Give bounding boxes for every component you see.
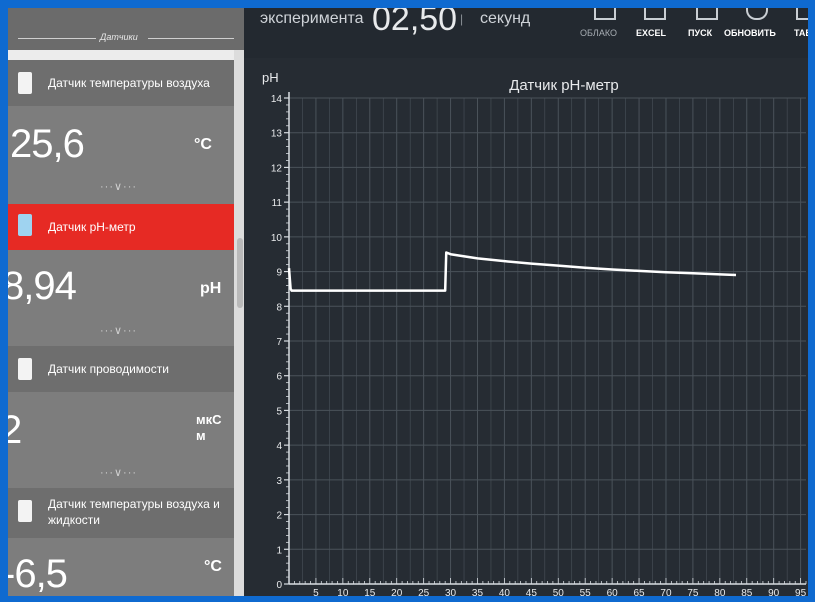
y-tick-label: 10 [271,233,283,244]
y-tick-label: 13 [271,129,283,140]
table-button[interactable]: ТАБ [794,28,808,38]
x-tick-label: 50 [553,588,565,596]
y-axis-label: pH [262,70,279,85]
experiment-label: эксперимента [260,10,364,27]
y-tick-label: 4 [276,441,282,452]
app-window: Датчики Датчик температуры воздуха 25,6 … [8,8,808,596]
sensor-label: Датчик проводимости [48,362,169,376]
y-tick-label: 9 [276,268,282,279]
experiment-value: 02,50 [372,8,458,38]
sensor-item-conductivity[interactable]: Датчик проводимости [8,346,234,392]
sensor-reading-panel: 8,94 pH ···∨··· [8,250,234,346]
start-button[interactable]: ПУСК [688,28,712,38]
experiment-unit: секунд [480,10,531,27]
sensor-unit: °C [204,558,222,575]
sensor-reading-panel: -6,5 °C [8,538,234,596]
x-tick-label: 15 [364,588,376,596]
refresh-icon[interactable] [746,8,768,20]
sidebar-title: Датчики [100,32,138,42]
x-tick-label: 30 [445,588,457,596]
thermometer-icon [18,500,32,522]
y-tick-label: 1 [276,545,282,556]
ph-chart[interactable]: 012345678910111213145 10 15 20 25 30 35 40 45 50 5… [244,58,808,596]
chart-title: Датчик pH-метр [509,77,619,94]
y-tick-label: 11 [272,198,283,209]
sensor-value: -6,5 [8,552,68,596]
sensor-unit: мкС м [196,412,222,443]
refresh-button[interactable]: ОБНОВИТЬ [724,28,776,38]
x-tick-label: 5 [313,588,319,596]
x-tick-label: 40 [499,588,511,596]
sensor-reading-panel: 2 мкС м ···∨··· [8,392,234,488]
y-tick-label: 7 [276,337,282,348]
y-tick-label: 0 [276,580,282,591]
excel-icon[interactable] [644,8,666,20]
y-tick-label: 6 [276,372,282,383]
sensor-value: 8,94 [8,264,77,308]
x-tick-label: 95 [795,588,807,596]
sensor-label: Датчик температуры воздуха [48,76,210,90]
x-tick-label: 60 [607,588,619,596]
y-tick-label: 5 [276,406,282,417]
x-tick-label: 25 [418,588,430,596]
divider [18,38,96,39]
x-tick-label: 75 [687,588,699,596]
x-tick-label: 90 [768,588,780,596]
sensor-item-air-temperature[interactable]: Датчик температуры воздуха [8,60,234,106]
play-icon[interactable] [696,8,718,20]
sidebar-header: Датчики [8,8,244,50]
sensor-sidebar: Датчики Датчик температуры воздуха 25,6 … [8,8,244,596]
excel-button[interactable]: EXCEL [636,28,666,38]
x-tick-label: 85 [741,588,753,596]
divider [148,38,234,39]
x-tick-label: 70 [660,588,672,596]
expand-chevron-icon[interactable]: ···∨··· [100,324,137,337]
sensor-label: Датчик pH-метр [48,220,136,234]
toolbar: эксперимента 02,50 | секунд ОБЛАКО EXCEL… [244,8,808,58]
y-tick-label: 8 [276,302,282,313]
x-tick-label: 45 [526,588,538,596]
sensor-value: 2 [8,408,22,452]
sensor-reading-panel: 25,6 °C ···∨··· [8,106,234,204]
cloud-icon[interactable] [594,8,616,20]
x-tick-label: 80 [714,588,726,596]
expand-chevron-icon[interactable]: ···∨··· [100,180,137,193]
x-tick-label: 20 [391,588,403,596]
sensor-unit: °C [194,136,212,153]
sensor-label: Датчик температуры воздуха и жидкости [48,497,220,527]
sidebar-scroll-thumb[interactable] [237,238,243,308]
sensor-item-ph-meter[interactable]: Датчик pH-метр [8,204,234,250]
cloud-button[interactable]: ОБЛАКО [580,28,617,38]
sensor-value: 25,6 [10,122,85,166]
flask-icon [18,214,32,236]
thermometer-icon [18,72,32,94]
x-tick-label: 35 [472,588,484,596]
sidebar-scrollbar[interactable] [234,50,244,596]
y-tick-label: 3 [276,476,282,487]
sensor-item-air-liquid-temperature[interactable]: Датчик температуры воздуха и жидкости [8,488,234,538]
y-tick-label: 14 [271,94,283,105]
x-tick-label: 65 [633,588,645,596]
x-tick-label: 10 [337,588,349,596]
conductivity-icon [18,358,32,380]
x-tick-label: 55 [580,588,592,596]
expand-chevron-icon[interactable]: ···∨··· [100,466,137,479]
sensor-unit: pH [200,280,222,297]
separator: | [460,12,464,26]
y-tick-label: 12 [271,163,283,174]
table-icon[interactable] [796,8,808,20]
y-tick-label: 2 [276,511,282,522]
chart-panel: 0 1 2 3 4 5 6 7 8 9 10 11 12 13 14 5 10 15 20 25 30 35 40 45 50 5… [244,58,808,596]
